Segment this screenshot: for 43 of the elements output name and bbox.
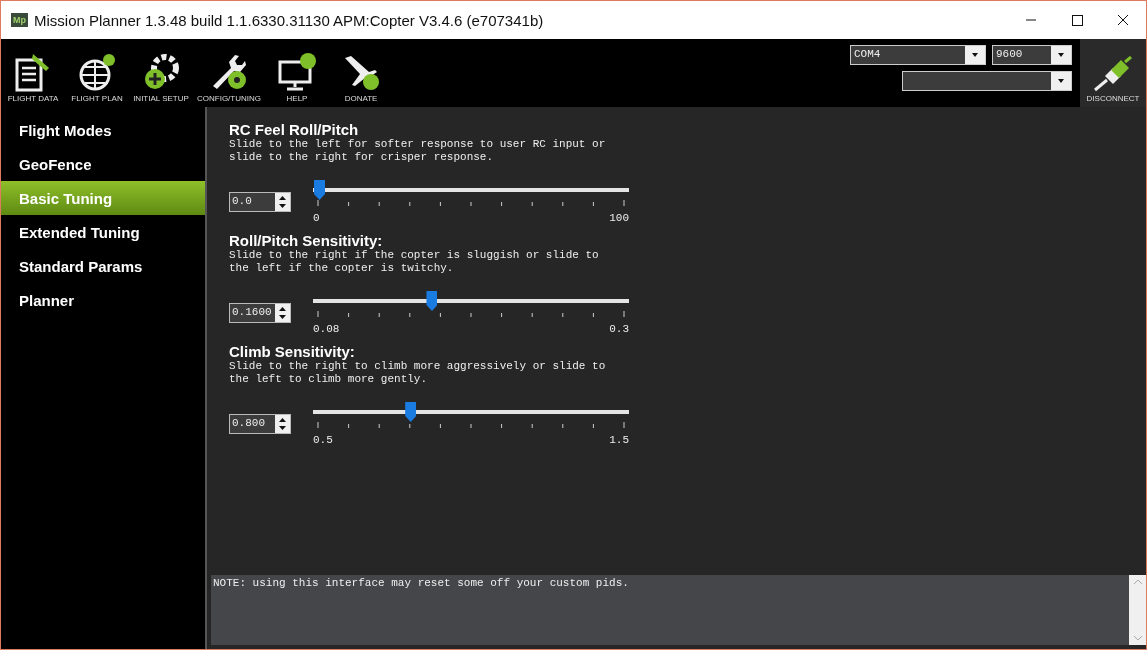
slider-max-label: 1.5 bbox=[609, 434, 629, 446]
port-dropdown[interactable]: COM4 bbox=[850, 45, 986, 65]
param-title: Climb Sensitivity: bbox=[229, 343, 356, 360]
app-logo: Mp bbox=[11, 13, 28, 27]
toolbar-button[interactable]: INITIAL SETUP bbox=[129, 52, 193, 107]
sidebar-item[interactable]: GeoFence bbox=[1, 147, 191, 181]
dropdown-arrow-icon bbox=[972, 53, 978, 57]
sidebar-item[interactable]: Planner bbox=[1, 283, 191, 317]
toolbar-button[interactable]: FLIGHT DATA bbox=[1, 52, 65, 107]
toolbar-button[interactable]: DONATE bbox=[329, 52, 393, 107]
param-description: Slide to the right to climb more aggressively or slide to the left to climb more gently. bbox=[229, 360, 607, 386]
baud-dropdown[interactable]: 9600 bbox=[992, 45, 1072, 65]
slider-thumb[interactable] bbox=[405, 402, 417, 422]
toolbar-button[interactable]: CONFIG/TUNING bbox=[193, 52, 265, 107]
sidebar-item[interactable]: Standard Params bbox=[1, 249, 191, 283]
slider-min-label: 0.5 bbox=[313, 434, 333, 446]
window-title: Mission Planner 1.3.48 build 1.1.6330.31130 APM:Copter V3.4.6 (e707341b) bbox=[34, 11, 544, 29]
value-spinbox[interactable]: 0.800 bbox=[229, 414, 291, 434]
dropdown-arrow-icon bbox=[1058, 53, 1064, 57]
spin-arrows-icon[interactable] bbox=[275, 193, 290, 211]
slider-max-label: 0.3 bbox=[609, 323, 629, 335]
sidebar-item[interactable]: Extended Tuning bbox=[1, 215, 191, 249]
slider-max-label: 100 bbox=[609, 212, 629, 224]
slider-thumb[interactable] bbox=[314, 180, 325, 200]
sidebar-item[interactable]: Flight Modes bbox=[1, 113, 191, 147]
param-title: RC Feel Roll/Pitch bbox=[229, 121, 360, 138]
dropdown-arrow-icon bbox=[1058, 79, 1064, 83]
param-description: Slide to the left for softer response to user RC input or slide to the right for crisper response. bbox=[229, 138, 607, 164]
value-spinbox[interactable]: 0.1600 bbox=[229, 303, 291, 323]
param-description: Slide to the right if the copter is sluggish or slide to the left if the copter is twitchy. bbox=[229, 249, 600, 275]
toolbar-button[interactable]: FLIGHT PLAN bbox=[65, 52, 129, 107]
slider-min-label: 0.08 bbox=[313, 323, 340, 335]
toolbar-button[interactable]: HELP bbox=[265, 52, 329, 107]
note-text: NOTE: using this interface may reset some off your custom pids. bbox=[212, 576, 630, 591]
param-title: Roll/Pitch Sensitivity: bbox=[229, 232, 383, 249]
plug-icon bbox=[1093, 56, 1133, 92]
spin-arrows-icon[interactable] bbox=[275, 415, 290, 433]
slider-min-label: 0 bbox=[313, 212, 320, 224]
slider-thumb[interactable] bbox=[426, 291, 438, 311]
spin-arrows-icon[interactable] bbox=[275, 304, 290, 322]
connection-dropdown[interactable] bbox=[902, 71, 1072, 91]
disconnect-button[interactable]: DISCONNECT bbox=[1080, 39, 1146, 107]
value-spinbox[interactable]: 0.0 bbox=[229, 192, 291, 212]
